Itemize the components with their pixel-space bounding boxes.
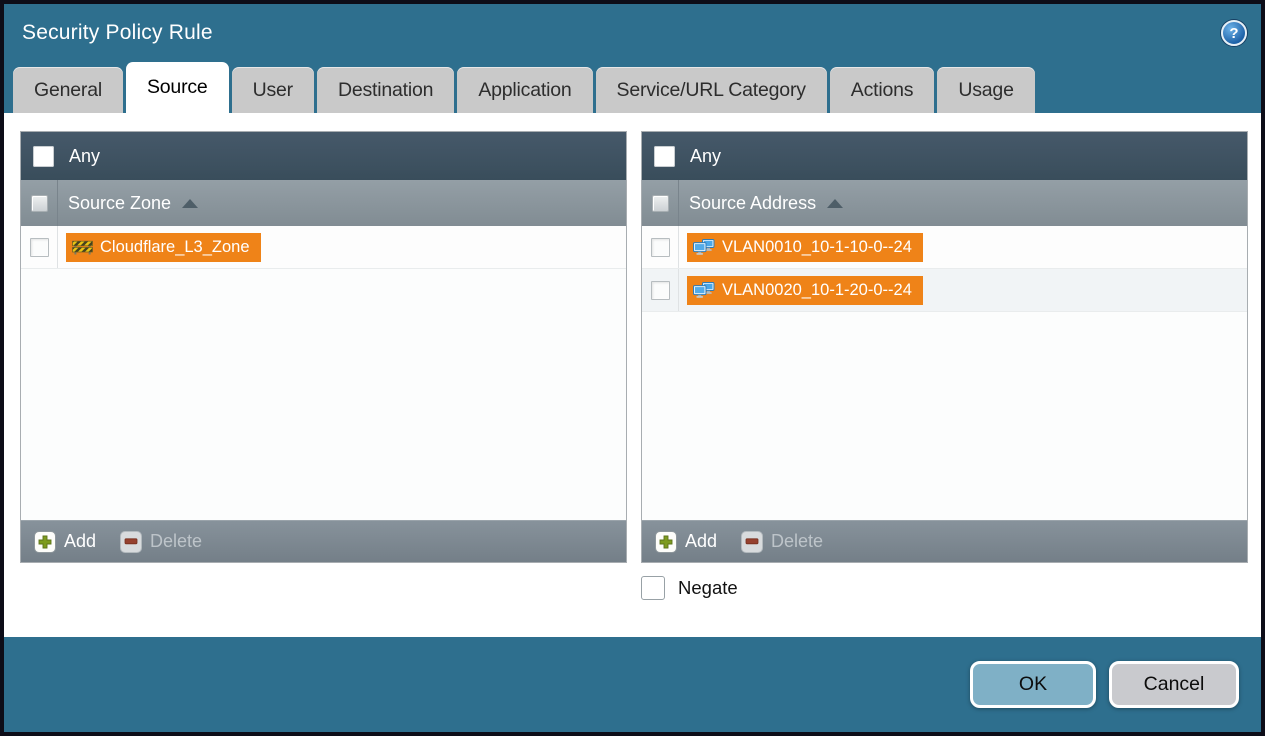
sort-ascending-icon bbox=[182, 198, 199, 208]
address-network-icon bbox=[693, 282, 715, 298]
source-address-row-checkbox[interactable] bbox=[650, 280, 670, 300]
address-network-icon bbox=[693, 239, 715, 255]
source-zone-item-label: Cloudflare_L3_Zone bbox=[100, 237, 250, 256]
source-address-select-all-checkbox[interactable] bbox=[651, 194, 669, 212]
source-zone-panel: Any Source Zone Cloudflare_L3_Zone Add D… bbox=[20, 131, 627, 563]
add-button[interactable]: Add bbox=[34, 530, 96, 553]
source-zone-select-all-checkbox[interactable] bbox=[30, 194, 48, 212]
help-button[interactable]: ? bbox=[1221, 20, 1247, 46]
negate-checkbox[interactable] bbox=[641, 576, 665, 600]
table-row[interactable]: Cloudflare_L3_Zone bbox=[21, 226, 626, 269]
source-address-column-title-wrap[interactable]: Source Address bbox=[679, 180, 844, 226]
source-address-row-checkbox[interactable] bbox=[650, 237, 670, 257]
add-plus-icon bbox=[655, 530, 677, 553]
source-zone-footer: Add Delete bbox=[21, 520, 626, 562]
titlebar: Security Policy Rule ? bbox=[4, 4, 1261, 62]
source-address-any-label: Any bbox=[690, 145, 722, 166]
tab-user[interactable]: User bbox=[231, 67, 314, 113]
tab-general[interactable]: General bbox=[13, 67, 123, 113]
delete-button[interactable]: Delete bbox=[120, 530, 202, 553]
source-address-item[interactable]: VLAN0020_10-1-20-0--24 bbox=[687, 275, 923, 305]
table-row[interactable]: VLAN0010_10-1-10-0--24 bbox=[642, 226, 1247, 269]
security-policy-rule-dialog: Security Policy Rule ? General Source Us… bbox=[0, 0, 1265, 736]
table-row[interactable]: VLAN0020_10-1-20-0--24 bbox=[642, 269, 1247, 312]
source-address-column-header: Source Address bbox=[642, 180, 1247, 226]
source-zone-item[interactable]: Cloudflare_L3_Zone bbox=[66, 232, 261, 262]
sort-ascending-icon bbox=[827, 198, 844, 208]
tab-usage[interactable]: Usage bbox=[937, 67, 1035, 113]
panels-row: Any Source Zone Cloudflare_L3_Zone Add D… bbox=[20, 131, 1248, 563]
add-plus-icon bbox=[34, 530, 56, 553]
cancel-button[interactable]: Cancel bbox=[1109, 661, 1239, 708]
source-address-footer: Add Delete bbox=[642, 520, 1247, 562]
delete-button[interactable]: Delete bbox=[741, 530, 823, 553]
tab-destination[interactable]: Destination bbox=[316, 67, 455, 113]
source-zone-rows: Cloudflare_L3_Zone bbox=[21, 226, 626, 520]
help-icon: ? bbox=[1229, 24, 1239, 42]
source-zone-any-checkbox[interactable] bbox=[33, 145, 54, 167]
ok-button[interactable]: OK bbox=[970, 661, 1096, 708]
dialog-footer: OK Cancel bbox=[4, 637, 1261, 732]
source-address-item-label: VLAN0010_10-1-10-0--24 bbox=[722, 237, 912, 256]
source-address-column-title: Source Address bbox=[689, 192, 817, 213]
source-address-any-header: Any bbox=[642, 132, 1247, 180]
dialog-title: Security Policy Rule bbox=[22, 21, 213, 44]
source-zone-any-header: Any bbox=[21, 132, 626, 180]
source-zone-row-checkbox[interactable] bbox=[29, 237, 49, 257]
source-zone-column-title: Source Zone bbox=[68, 192, 172, 213]
source-zone-column-header: Source Zone bbox=[21, 180, 626, 226]
negate-row: Negate bbox=[20, 576, 1248, 600]
tab-service-url-category[interactable]: Service/URL Category bbox=[595, 67, 827, 113]
tab-bar: General Source User Destination Applicat… bbox=[4, 62, 1261, 113]
source-address-rows: VLAN0010_10-1-10-0--24 VLAN0020_10-1-20-… bbox=[642, 226, 1247, 520]
source-address-select-all-cell bbox=[642, 180, 679, 226]
source-address-item-label: VLAN0020_10-1-20-0--24 bbox=[722, 280, 912, 299]
tab-application[interactable]: Application bbox=[457, 67, 593, 113]
tab-content-source: Any Source Zone Cloudflare_L3_Zone Add D… bbox=[4, 113, 1261, 637]
negate-label: Negate bbox=[678, 577, 738, 598]
delete-minus-icon bbox=[120, 530, 143, 553]
tab-actions[interactable]: Actions bbox=[829, 67, 935, 113]
zone-icon bbox=[72, 240, 93, 254]
source-address-item[interactable]: VLAN0010_10-1-10-0--24 bbox=[687, 232, 923, 262]
add-button[interactable]: Add bbox=[655, 530, 717, 553]
source-address-any-checkbox[interactable] bbox=[654, 145, 675, 167]
delete-minus-icon bbox=[741, 530, 764, 553]
tab-source[interactable]: Source bbox=[125, 62, 229, 113]
source-zone-any-label: Any bbox=[69, 145, 101, 166]
source-zone-column-title-wrap[interactable]: Source Zone bbox=[58, 180, 199, 226]
source-zone-select-all-cell bbox=[21, 180, 58, 226]
source-address-panel: Any Source Address VLAN0010_10-1-10-0--2… bbox=[641, 131, 1248, 563]
